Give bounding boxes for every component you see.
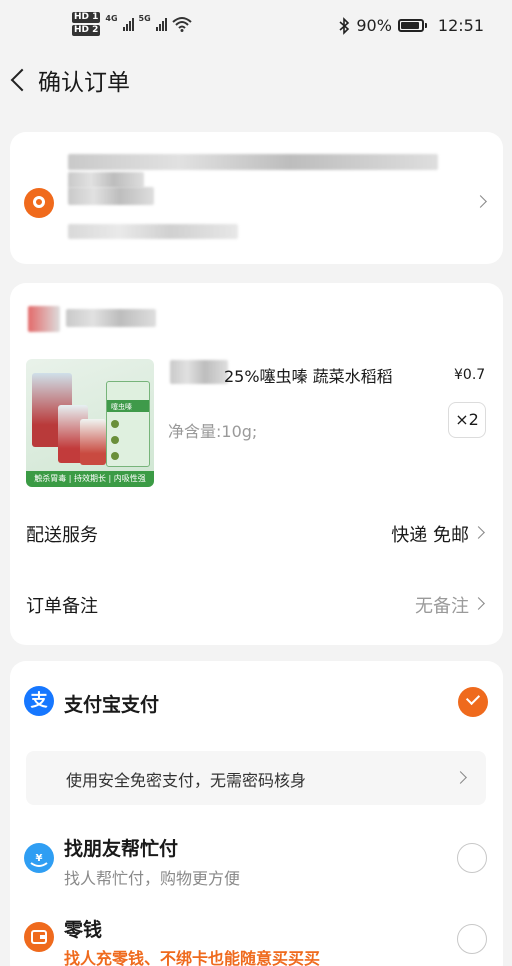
product-spec: 净含量:10g; — [168, 422, 258, 441]
remark-value: 无备注 — [415, 596, 469, 617]
blurred-address-line — [68, 224, 238, 239]
password-free-tip-text: 使用安全免密支付，无需密码核身 — [66, 771, 307, 790]
selected-check-icon[interactable] — [458, 687, 488, 717]
change-radio[interactable] — [457, 924, 487, 954]
hd1-badge: HD 1 — [72, 12, 101, 23]
chevron-right-icon — [474, 195, 487, 208]
delivery-row[interactable]: 配送服务 快递 免邮 — [26, 517, 485, 547]
blurred-shop-name — [28, 306, 60, 332]
delivery-value: 快递 免邮 — [391, 525, 469, 546]
bluetooth-icon — [339, 16, 350, 35]
chevron-right-icon — [454, 771, 467, 784]
page-title: 确认订单 — [38, 70, 130, 96]
product-image[interactable]: 噻虫嗪 触杀胃毒 | 持效期长 | 内吸性强 — [26, 359, 154, 487]
friend-pay-icon: ¥ — [24, 843, 54, 873]
blurred-product-prefix — [170, 360, 228, 384]
network-4g-label: 4G — [105, 13, 118, 23]
remark-label: 订单备注 — [26, 596, 98, 617]
product-name: 25%噻虫嗪 蔬菜水稻稻 — [224, 367, 393, 386]
image-panel-title: 噻虫嗪 — [111, 403, 132, 411]
battery-icon — [397, 19, 427, 32]
blurred-address-line — [68, 187, 154, 205]
hd2-badge: HD 2 — [72, 25, 101, 36]
alipay-label: 支付宝支付 — [64, 694, 160, 716]
image-banner: 触杀胃毒 | 持效期长 | 内吸性强 — [26, 471, 154, 487]
delivery-label: 配送服务 — [26, 525, 98, 546]
back-icon[interactable] — [4, 56, 38, 104]
wifi-icon — [172, 17, 192, 32]
nav-bar: 确认订单 — [0, 56, 512, 104]
alipay-icon: 支 — [24, 686, 54, 716]
change-subtitle: 找人充零钱、不绑卡也能随意买买买 — [64, 949, 321, 966]
blurred-shop-name — [66, 309, 156, 327]
password-free-tip[interactable]: 使用安全免密支付，无需密码核身 — [26, 751, 486, 805]
status-bar: HD 1 HD 2 4G 5G 90% 12:51 — [0, 0, 512, 56]
network-indicators: HD 1 HD 2 4G 5G — [72, 12, 192, 36]
clock: 12:51 — [437, 16, 484, 35]
blurred-address-line — [68, 172, 144, 188]
signal-icon — [155, 17, 167, 31]
friend-pay-subtitle: 找人帮忙付，购物更方便 — [64, 869, 241, 888]
location-pin-icon — [24, 188, 54, 218]
signal-icon — [122, 17, 134, 31]
network-5g-label: 5G — [138, 13, 151, 23]
product-price: ¥0.7 — [454, 367, 486, 383]
blurred-address-line — [68, 154, 438, 170]
chevron-right-icon — [472, 597, 485, 610]
wallet-icon — [24, 922, 54, 952]
friend-pay-title: 找朋友帮忙付 — [64, 838, 179, 860]
battery-percent: 90% — [356, 16, 392, 35]
change-title: 零钱 — [64, 919, 103, 941]
chevron-right-icon — [472, 526, 485, 539]
svg-text:¥: ¥ — [36, 853, 43, 864]
order-item-card: 噻虫嗪 触杀胃毒 | 持效期长 | 内吸性强 25%噻虫嗪 蔬菜水稻稻 ¥0.7… — [10, 283, 503, 645]
payment-card: 支 支付宝支付 使用安全免密支付，无需密码核身 ¥ 找朋友帮忙付 找人帮忙付，购… — [10, 661, 503, 966]
remark-row[interactable]: 订单备注 无备注 — [26, 588, 485, 618]
address-card[interactable] — [10, 132, 503, 264]
quantity-badge[interactable]: ×2 — [448, 402, 486, 438]
friend-pay-radio[interactable] — [457, 843, 487, 873]
status-right: 90% 12:51 — [338, 16, 484, 35]
